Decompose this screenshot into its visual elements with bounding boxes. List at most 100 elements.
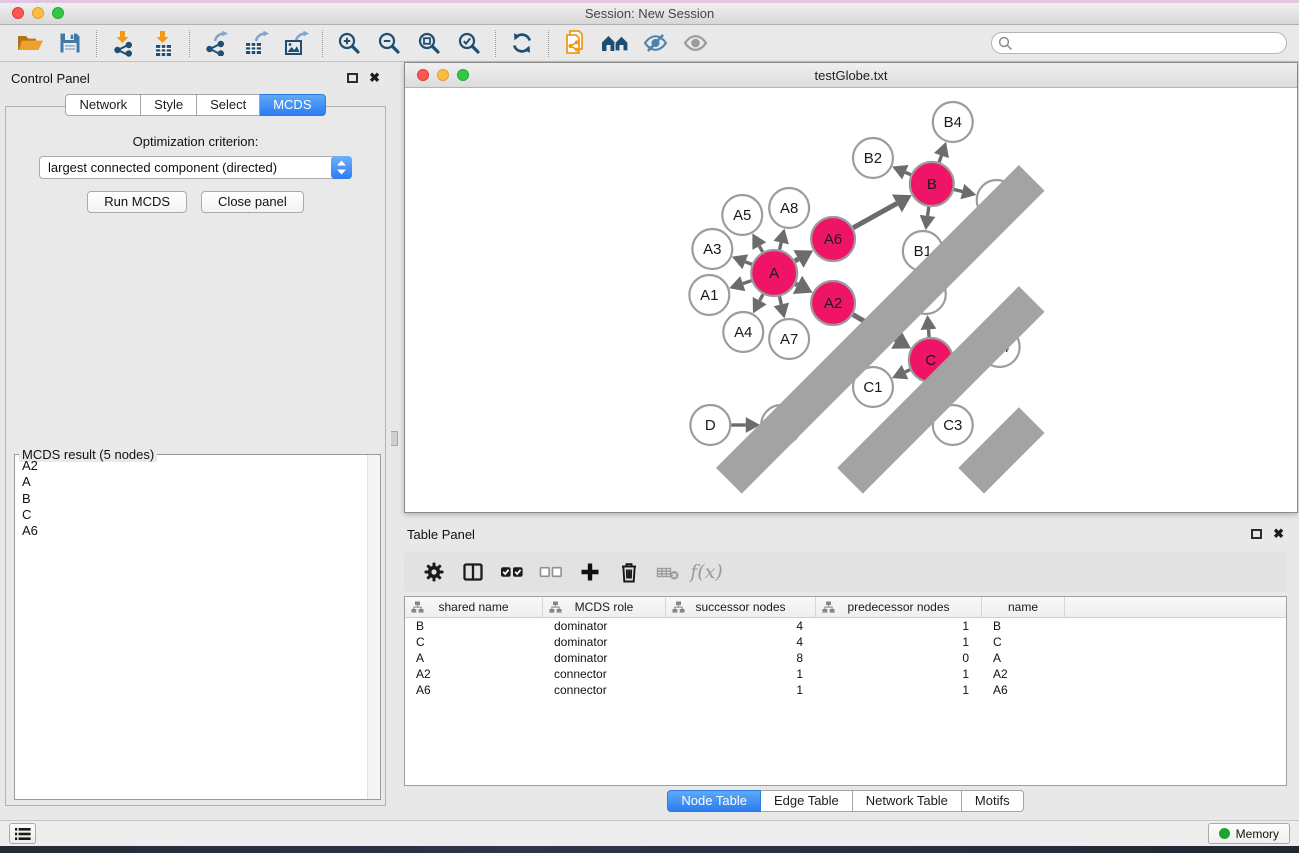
mcds-result-item[interactable]: A bbox=[22, 474, 367, 490]
table-settings-button[interactable] bbox=[414, 560, 453, 584]
select-all-columns-button[interactable] bbox=[492, 560, 531, 584]
window-controls bbox=[12, 7, 64, 19]
close-table-panel-icon[interactable]: ✖ bbox=[1273, 529, 1284, 539]
table-row[interactable]: B dominator 4 1 B bbox=[405, 618, 1286, 634]
memory-button[interactable]: Memory bbox=[1208, 823, 1290, 844]
import-network-button[interactable] bbox=[103, 27, 143, 59]
table-row[interactable]: C dominator 4 1 C bbox=[405, 634, 1286, 650]
zoom-fit-button[interactable] bbox=[409, 27, 449, 59]
resize-grip-icon[interactable] bbox=[405, 88, 1296, 511]
mcds-result-box: MCDS result (5 nodes) A2 A B C A6 bbox=[14, 454, 381, 800]
delete-table-button[interactable] bbox=[648, 560, 687, 584]
show-all-button[interactable] bbox=[675, 27, 715, 59]
column-header-shared-name[interactable]: shared name bbox=[405, 597, 543, 617]
mcds-tab-pane: Optimization criterion: largest connecte… bbox=[5, 106, 386, 806]
trash-icon bbox=[617, 560, 641, 584]
mcds-result-scrollbar[interactable] bbox=[367, 455, 380, 799]
node-table: shared name MCDS role successor nodes bbox=[404, 596, 1287, 786]
run-mcds-button[interactable]: Run MCDS bbox=[87, 191, 187, 213]
table-toolbar: f(x) bbox=[404, 552, 1287, 592]
eye-icon bbox=[683, 31, 708, 55]
zoom-selected-icon bbox=[457, 31, 481, 55]
close-panel-button[interactable]: Close panel bbox=[201, 191, 304, 213]
eye-slash-icon bbox=[643, 31, 668, 55]
search-icon bbox=[998, 36, 1013, 51]
tab-network-table[interactable]: Network Table bbox=[853, 790, 962, 812]
network-canvas[interactable]: B4B2BB3A5A8A3A6B1AA1C2A2A4A7CC4C1C3DD1 bbox=[405, 88, 1297, 512]
close-window-button[interactable] bbox=[12, 7, 24, 19]
float-panel-icon[interactable] bbox=[347, 73, 358, 83]
tab-network[interactable]: Network bbox=[65, 94, 141, 116]
table-panel: Table Panel ✖ bbox=[392, 519, 1299, 820]
mcds-result-item[interactable]: C bbox=[22, 507, 367, 523]
mcds-result-item[interactable]: B bbox=[22, 491, 367, 507]
close-panel-icon[interactable]: ✖ bbox=[369, 73, 380, 83]
import-table-button[interactable] bbox=[143, 27, 183, 59]
toolbar-separator bbox=[96, 30, 97, 57]
optimization-criterion-label: Optimization criterion: bbox=[6, 134, 385, 149]
delete-columns-button[interactable] bbox=[609, 560, 648, 584]
houses-icon bbox=[601, 32, 629, 54]
control-panel-header: Control Panel ✖ bbox=[0, 62, 391, 94]
zoom-window-button[interactable] bbox=[52, 7, 64, 19]
zoom-selected-button[interactable] bbox=[449, 27, 489, 59]
export-image-button[interactable] bbox=[276, 27, 316, 59]
column-header-predecessor-nodes[interactable]: predecessor nodes bbox=[816, 597, 982, 617]
right-area: testGlobe.txt B4B2BB3A5A8A3A6B1AA1C2A2A4… bbox=[391, 62, 1299, 820]
network-from-selection-button[interactable] bbox=[555, 27, 595, 59]
refresh-layout-button[interactable] bbox=[502, 27, 542, 59]
close-network-window-button[interactable] bbox=[417, 69, 429, 81]
mcds-result-item[interactable]: A2 bbox=[22, 458, 367, 474]
export-table-button[interactable] bbox=[236, 27, 276, 59]
float-table-panel-icon[interactable] bbox=[1251, 529, 1262, 539]
table-row[interactable]: A2 connector 1 1 A2 bbox=[405, 666, 1286, 682]
hide-selected-button[interactable] bbox=[635, 27, 675, 59]
open-session-button[interactable] bbox=[10, 27, 50, 59]
minimize-window-button[interactable] bbox=[32, 7, 44, 19]
tab-edge-table[interactable]: Edge Table bbox=[761, 790, 853, 812]
export-network-icon bbox=[203, 30, 229, 56]
table-row[interactable]: A dominator 8 0 A bbox=[405, 650, 1286, 666]
minimize-network-window-button[interactable] bbox=[437, 69, 449, 81]
mcds-result-item[interactable]: A6 bbox=[22, 523, 367, 539]
control-panel: Control Panel ✖ Network Style Select MCD… bbox=[0, 62, 391, 820]
zoom-out-button[interactable] bbox=[369, 27, 409, 59]
toolbar-separator bbox=[322, 30, 323, 57]
search-input[interactable] bbox=[991, 32, 1287, 54]
export-network-button[interactable] bbox=[196, 27, 236, 59]
columns-icon bbox=[461, 560, 485, 584]
tab-mcds[interactable]: MCDS bbox=[260, 94, 325, 116]
column-header-successor-nodes[interactable]: successor nodes bbox=[666, 597, 816, 617]
home-button[interactable] bbox=[595, 27, 635, 59]
open-folder-icon bbox=[16, 31, 44, 55]
split-divider-handle[interactable] bbox=[391, 431, 398, 446]
column-header-mcds-role[interactable]: MCDS role bbox=[543, 597, 666, 617]
zoom-fit-icon bbox=[417, 31, 441, 55]
criterion-dropdown[interactable]: largest connected component (directed) bbox=[39, 156, 352, 179]
task-history-button[interactable] bbox=[9, 823, 36, 844]
main-area: Control Panel ✖ Network Style Select MCD… bbox=[0, 62, 1299, 820]
function-builder-button[interactable]: f(x) bbox=[687, 561, 726, 583]
control-panel-tabs: Network Style Select MCDS bbox=[0, 94, 391, 116]
zoom-network-window-button[interactable] bbox=[457, 69, 469, 81]
app-titlebar: Session: New Session bbox=[0, 3, 1299, 25]
desktop-bottom-strip bbox=[0, 846, 1299, 853]
tab-style[interactable]: Style bbox=[141, 94, 197, 116]
table-panel-tabs: Node Table Edge Table Network Table Moti… bbox=[392, 790, 1299, 812]
export-image-icon bbox=[283, 30, 310, 56]
mcds-result-list[interactable]: A2 A B C A6 bbox=[15, 456, 367, 798]
tab-motifs[interactable]: Motifs bbox=[962, 790, 1024, 812]
create-column-button[interactable] bbox=[570, 560, 609, 584]
hierarchy-icon bbox=[549, 601, 562, 614]
deselect-all-columns-button[interactable] bbox=[531, 560, 570, 584]
tab-node-table[interactable]: Node Table bbox=[667, 790, 761, 812]
column-header-name[interactable]: name bbox=[982, 597, 1065, 617]
tab-select[interactable]: Select bbox=[197, 94, 260, 116]
show-columns-button[interactable] bbox=[453, 560, 492, 584]
table-row[interactable]: A6 connector 1 1 A6 bbox=[405, 682, 1286, 698]
save-session-button[interactable] bbox=[50, 27, 90, 59]
zoom-in-button[interactable] bbox=[329, 27, 369, 59]
dropdown-stepper-icon bbox=[331, 156, 352, 179]
network-view-window: testGlobe.txt B4B2BB3A5A8A3A6B1AA1C2A2A4… bbox=[404, 62, 1298, 513]
network-window-controls bbox=[417, 69, 469, 81]
